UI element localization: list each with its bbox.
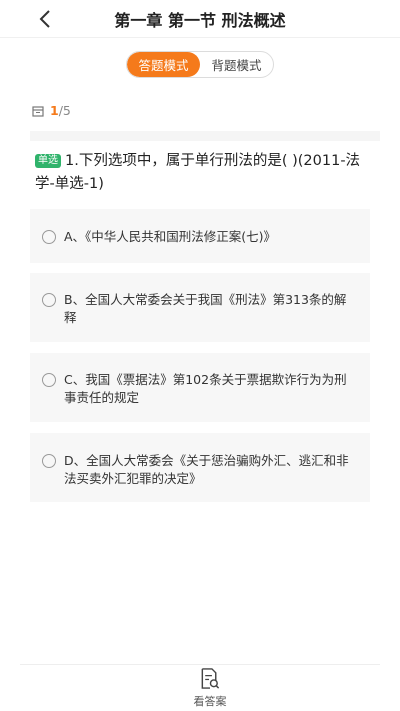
mode-toggle: 答题模式 背题模式	[126, 51, 274, 78]
option-label: B、全国人大常委会关于我国《刑法》第313条的解释	[64, 292, 347, 325]
bottom-toolbar: 看答案	[20, 664, 380, 711]
question-text: 1.下列选项中，属于单行刑法的是( )(2011-法学-单选-1)	[35, 153, 361, 192]
radio-circle-icon[interactable]	[42, 373, 56, 387]
radio-circle-icon[interactable]	[42, 293, 56, 307]
document-search-icon	[201, 668, 220, 689]
option-c[interactable]: C、我国《票据法》第102条关于票据欺诈行为为刑事责任的规定	[30, 353, 370, 422]
header-bar: 第一章 第一节 刑法概述	[0, 0, 400, 38]
view-answer-button[interactable]: 看答案	[185, 667, 235, 709]
section-divider	[30, 131, 380, 141]
calendar-icon	[32, 105, 44, 117]
question-progress: 1 /5	[32, 103, 71, 118]
view-answer-label: 看答案	[193, 695, 227, 708]
total-question-count: /5	[58, 103, 71, 118]
question-type-badge: 单选	[35, 154, 61, 168]
question-stem: 单选 1.下列选项中，属于单行刑法的是( )(2011-法学-单选-1)	[35, 150, 370, 196]
radio-circle-icon[interactable]	[42, 454, 56, 468]
option-label: C、我国《票据法》第102条关于票据欺诈行为为刑事责任的规定	[64, 372, 347, 405]
recite-mode-tab[interactable]: 背题模式	[200, 52, 273, 77]
option-d[interactable]: D、全国人大常委会《关于惩治骗购外汇、逃汇和非法买卖外汇犯罪的决定》	[30, 433, 370, 502]
radio-circle-icon[interactable]	[42, 230, 56, 244]
answer-mode-tab[interactable]: 答题模式	[127, 52, 200, 77]
option-label: D、全国人大常委会《关于惩治骗购外汇、逃汇和非法买卖外汇犯罪的决定》	[64, 453, 349, 486]
page-title: 第一章 第一节 刑法概述	[114, 11, 286, 30]
option-b[interactable]: B、全国人大常委会关于我国《刑法》第313条的解释	[30, 273, 370, 342]
option-label: A、《中华人民共和国刑法修正案(七)》	[64, 229, 277, 244]
exam-page: 第一章 第一节 刑法概述 答题模式 背题模式 1 /5 单选 1.下列选项中，属于…	[0, 0, 400, 711]
option-a[interactable]: A、《中华人民共和国刑法修正案(七)》	[30, 209, 370, 263]
current-question-number: 1	[50, 103, 59, 118]
